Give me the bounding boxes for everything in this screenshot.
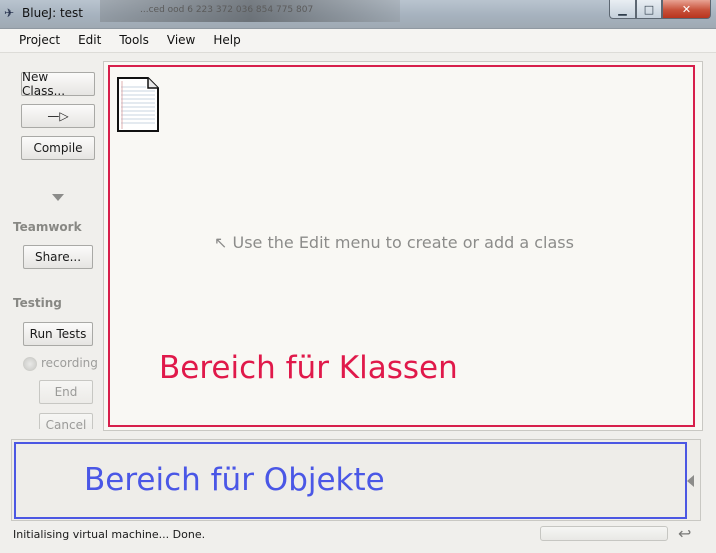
object-bench-annotation: Bereich für Objekte <box>84 462 385 498</box>
menu-view[interactable]: View <box>157 29 203 52</box>
new-arrow-button[interactable]: —▷ <box>21 104 95 128</box>
recording-indicator-icon <box>23 357 37 371</box>
menu-bar: Project Edit Tools View Help <box>0 29 716 53</box>
recording-label: recording <box>41 356 98 370</box>
status-message: Initialising virtual machine... Done. <box>13 528 206 541</box>
empty-project-hint: ↖ Use the Edit menu to create or add a c… <box>214 233 574 252</box>
cancel-button-clip: Cancel <box>39 413 93 429</box>
close-button[interactable]: ✕ <box>662 0 711 19</box>
vm-progress-bar <box>540 526 668 541</box>
compile-button[interactable]: Compile <box>21 136 95 160</box>
teamwork-label: Teamwork <box>13 220 82 234</box>
cancel-button[interactable]: Cancel <box>39 413 93 429</box>
bluej-bird-icon: ✈ <box>4 6 15 20</box>
menu-tools[interactable]: Tools <box>109 29 157 52</box>
expand-left-arrow-icon[interactable] <box>687 475 694 487</box>
background-window-title: ...ced ood 6 223 372 036 854 775 807 <box>100 0 400 22</box>
new-class-button[interactable]: New Class... <box>21 70 95 98</box>
run-tests-button[interactable]: Run Tests <box>23 322 93 346</box>
menu-help[interactable]: Help <box>203 29 248 52</box>
reset-machine-icon[interactable]: ↩ <box>678 524 691 543</box>
arrow-icon: —▷ <box>47 109 69 123</box>
testing-label: Testing <box>13 296 62 310</box>
window-controls: ▁ □ ✕ <box>609 0 711 20</box>
class-area-annotation: Bereich für Klassen <box>159 350 458 386</box>
minimize-button[interactable]: ▁ <box>609 0 636 19</box>
menu-edit[interactable]: Edit <box>68 29 109 52</box>
minimize-icon: ▁ <box>618 2 627 16</box>
title-bar: ...ced ood 6 223 372 036 854 775 807 ✈ B… <box>0 0 716 29</box>
window-title: BlueJ: test <box>22 6 83 20</box>
close-icon: ✕ <box>681 2 692 16</box>
end-button[interactable]: End <box>39 380 93 404</box>
menu-project[interactable]: Project <box>0 29 68 52</box>
maximize-icon: □ <box>643 2 655 16</box>
maximize-button[interactable]: □ <box>636 0 662 19</box>
share-button[interactable]: Share... <box>23 245 93 269</box>
collapse-arrow-icon[interactable] <box>52 194 64 201</box>
readme-document-icon[interactable] <box>116 75 160 133</box>
